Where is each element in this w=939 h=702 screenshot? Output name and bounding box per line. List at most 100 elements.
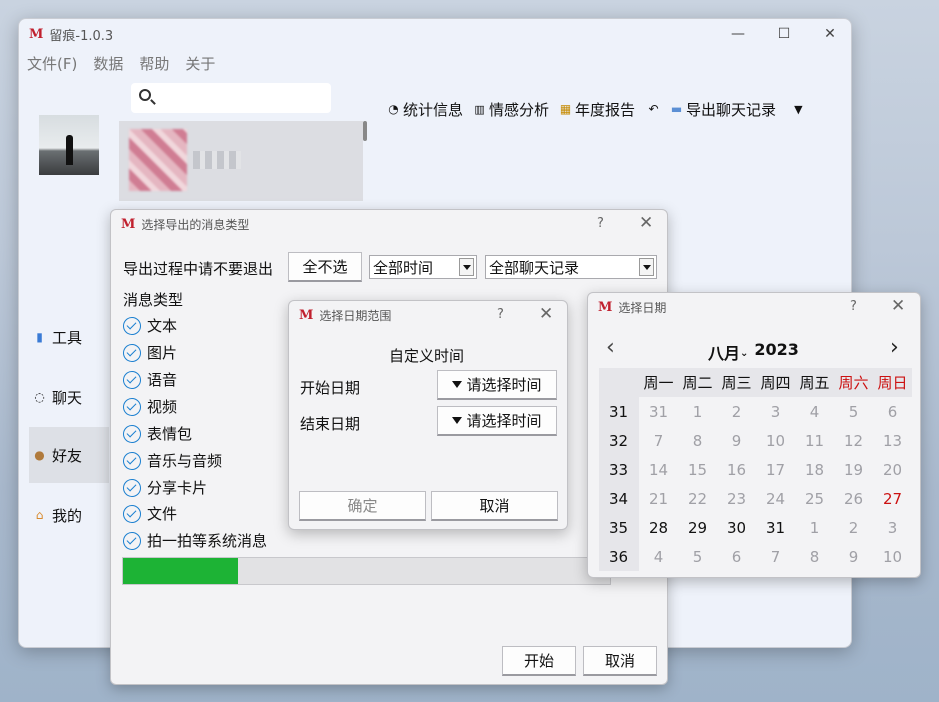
type-checkbox-image[interactable]: 图片: [123, 342, 177, 363]
next-month-icon[interactable]: ›: [890, 335, 899, 360]
avatar[interactable]: [39, 115, 99, 175]
end-date-picker[interactable]: 请选择时间: [437, 406, 557, 436]
menu-data[interactable]: 数据: [93, 53, 123, 74]
calendar-day[interactable]: 13: [873, 426, 912, 455]
ok-button[interactable]: 确定: [299, 491, 426, 521]
calendar-day[interactable]: 7: [756, 542, 795, 571]
calendar-day[interactable]: 5: [678, 542, 717, 571]
calendar-day[interactable]: 4: [639, 542, 678, 571]
calendar-day[interactable]: 8: [795, 542, 834, 571]
month-select[interactable]: 八月: [708, 340, 740, 364]
list-item[interactable]: [119, 121, 363, 201]
chevron-down-icon[interactable]: ▼: [794, 103, 802, 116]
calendar-day[interactable]: 25: [795, 484, 834, 513]
chat-bubble-icon: ◌: [34, 389, 45, 404]
calendar-day[interactable]: 15: [678, 455, 717, 484]
start-date-picker[interactable]: 请选择时间: [437, 370, 557, 400]
menu-help[interactable]: 帮助: [139, 53, 169, 74]
type-checkbox-sticker[interactable]: 表情包: [123, 423, 192, 444]
prev-month-icon[interactable]: ‹: [606, 335, 615, 360]
close-icon[interactable]: ✕: [639, 213, 653, 233]
maximize-button[interactable]: ☐: [761, 19, 807, 49]
calendar-day[interactable]: 17: [756, 455, 795, 484]
type-checkbox-voice[interactable]: 语音: [123, 369, 177, 390]
record-scope-select[interactable]: 全部聊天记录: [485, 255, 657, 279]
deselect-all-button[interactable]: 全不选: [288, 252, 362, 282]
app-logo-icon: M: [29, 26, 44, 42]
type-checkbox-video[interactable]: 视频: [123, 396, 177, 417]
calendar-day[interactable]: 24: [756, 484, 795, 513]
search-input[interactable]: [131, 83, 331, 113]
type-checkbox-file[interactable]: 文件: [123, 503, 177, 524]
calendar-day[interactable]: 4: [795, 397, 834, 426]
type-checkbox-system[interactable]: 拍一拍等系统消息: [123, 530, 267, 551]
sidebar-item-friends[interactable]: ● 好友: [29, 427, 109, 483]
calendar-day[interactable]: 3: [873, 513, 912, 542]
sidebar-item-label: 我的: [52, 506, 83, 525]
calendar-day[interactable]: 27: [873, 484, 912, 513]
calendar-day[interactable]: 29: [678, 513, 717, 542]
calendar-day[interactable]: 14: [639, 455, 678, 484]
app-logo-icon: M: [299, 307, 314, 323]
back-arrow-icon[interactable]: ↶: [647, 103, 660, 116]
stats-button[interactable]: ◔ 统计信息: [387, 99, 463, 120]
calendar-day[interactable]: 30: [717, 513, 756, 542]
calendar-day[interactable]: 22: [678, 484, 717, 513]
sidebar-item-me[interactable]: ⌂ 我的: [29, 487, 109, 543]
calendar-day[interactable]: 2: [834, 513, 873, 542]
calendar-day[interactable]: 31: [756, 513, 795, 542]
calendar-day[interactable]: 7: [639, 426, 678, 455]
calendar-day[interactable]: 16: [717, 455, 756, 484]
start-button[interactable]: 开始: [502, 646, 576, 676]
calendar-day[interactable]: 21: [639, 484, 678, 513]
calendar-day[interactable]: 3: [756, 397, 795, 426]
cancel-button[interactable]: 取消: [583, 646, 657, 676]
calendar-day[interactable]: 10: [873, 542, 912, 571]
help-icon[interactable]: ?: [597, 216, 604, 231]
time-range-value: 全部时间: [373, 258, 434, 277]
minimize-button[interactable]: —: [715, 19, 761, 49]
menu-file[interactable]: 文件(F): [27, 53, 77, 74]
calendar-day[interactable]: 1: [678, 397, 717, 426]
type-checkbox-card[interactable]: 分享卡片: [123, 477, 207, 498]
pie-chart-icon: ◔: [388, 102, 399, 116]
scrollbar[interactable]: [363, 121, 367, 141]
calendar-day[interactable]: 2: [717, 397, 756, 426]
help-icon[interactable]: ?: [497, 307, 504, 322]
annual-report-button[interactable]: ▦ 年度报告: [559, 99, 635, 120]
calendar-day[interactable]: 18: [795, 455, 834, 484]
calendar-day[interactable]: 31: [639, 397, 678, 426]
weekday-label: 周五: [799, 374, 830, 392]
calendar-day[interactable]: 8: [678, 426, 717, 455]
check-icon: [123, 316, 141, 335]
time-range-select[interactable]: 全部时间: [369, 255, 477, 279]
calendar-day[interactable]: 26: [834, 484, 873, 513]
cancel-button[interactable]: 取消: [431, 491, 558, 521]
calendar-day[interactable]: 23: [717, 484, 756, 513]
sidebar-item-chat[interactable]: ◌ 聊天: [29, 369, 109, 425]
calendar-day[interactable]: 19: [834, 455, 873, 484]
calendar-day[interactable]: 12: [834, 426, 873, 455]
sentiment-button[interactable]: ▥ 情感分析: [473, 99, 549, 120]
calendar-day[interactable]: 9: [834, 542, 873, 571]
close-icon[interactable]: ✕: [891, 296, 905, 316]
calendar-day[interactable]: 5: [834, 397, 873, 426]
calendar-day[interactable]: 9: [717, 426, 756, 455]
calendar-day[interactable]: 20: [873, 455, 912, 484]
calendar-day[interactable]: 28: [639, 513, 678, 542]
checkbox-label: 语音: [147, 371, 178, 389]
close-icon[interactable]: ✕: [539, 304, 553, 324]
sidebar-item-tools[interactable]: ▮ 工具: [29, 309, 109, 365]
type-checkbox-audio[interactable]: 音乐与音频: [123, 450, 222, 471]
calendar-day[interactable]: 1: [795, 513, 834, 542]
calendar-day[interactable]: 11: [795, 426, 834, 455]
close-button[interactable]: ✕: [807, 19, 851, 49]
menu-about[interactable]: 关于: [185, 53, 215, 74]
export-button[interactable]: ▬ 导出聊天记录: [670, 99, 776, 120]
type-checkbox-text[interactable]: 文本: [123, 315, 177, 336]
calendar-day[interactable]: 6: [873, 397, 912, 426]
calendar-day[interactable]: 10: [756, 426, 795, 455]
year-select[interactable]: 2023: [754, 340, 799, 364]
help-icon[interactable]: ?: [850, 299, 857, 314]
calendar-day[interactable]: 6: [717, 542, 756, 571]
